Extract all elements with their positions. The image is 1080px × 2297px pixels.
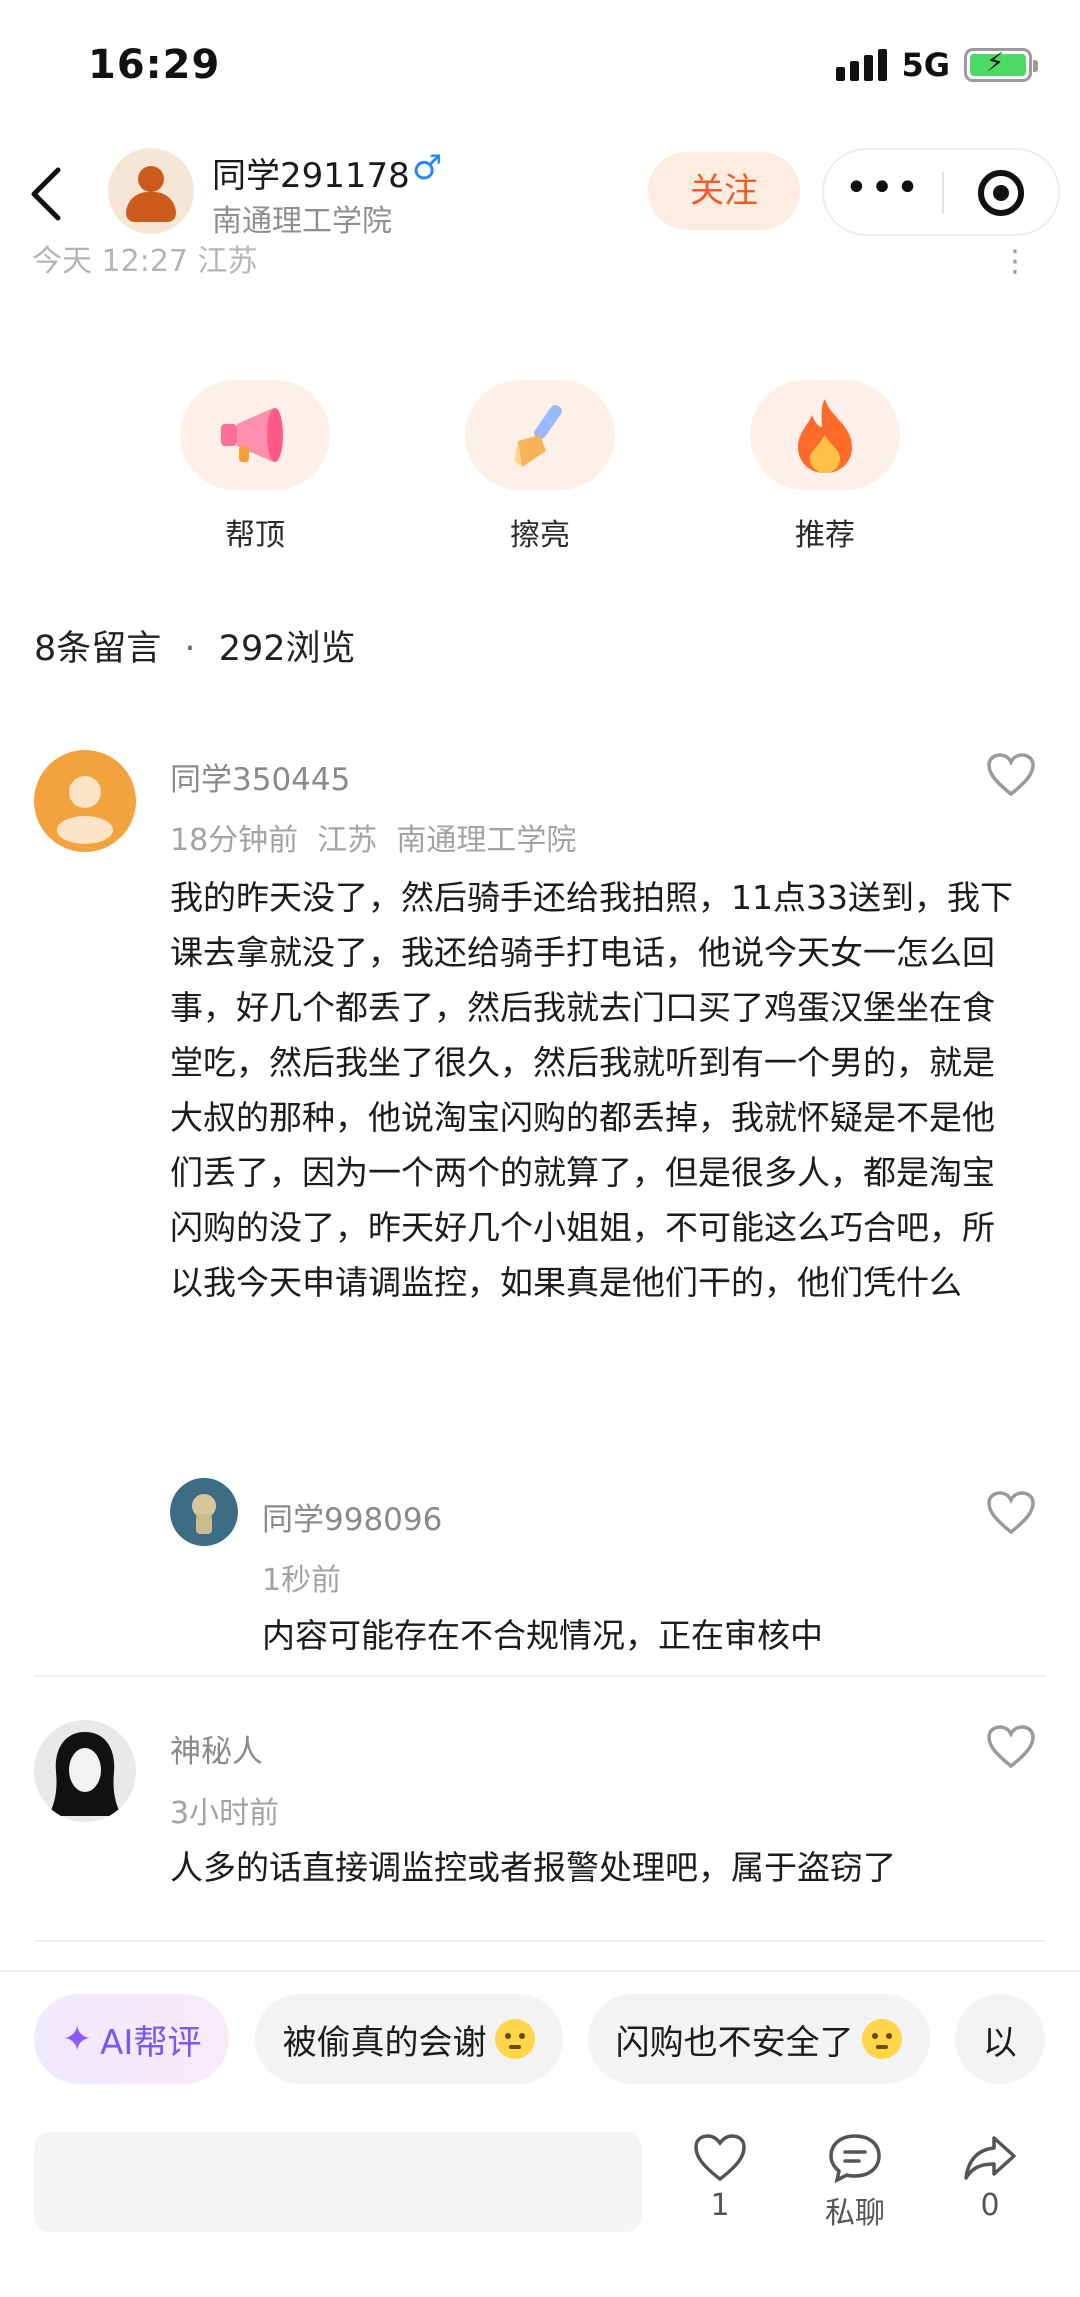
post-meta: 今天 12:27 江苏 (32, 244, 732, 274)
reply-name[interactable]: 同学998096 (262, 1494, 442, 1539)
quick-reply-chips: ✦ AI帮评 被偷真的会谢 闪购也不安全了 以 (34, 1994, 1080, 2086)
ai-comment-chip[interactable]: ✦ AI帮评 (34, 1994, 230, 2084)
comment-text: 我的昨天没了，然后骑手还给我拍照，11点33送到，我下课去拿就没了，我还给骑手打… (170, 878, 1013, 1302)
like-post-button[interactable]: 1 (665, 2132, 775, 2223)
quick-reply-chip[interactable]: 闪购也不安全了 (587, 1994, 930, 2084)
chip-label: 被偷真的会谢 (282, 2022, 487, 2063)
like-icon[interactable] (986, 1724, 1036, 1770)
back-icon[interactable] (22, 164, 72, 224)
share-count: 0 (980, 2188, 1000, 2223)
quick-reply-chip[interactable]: 以 (954, 1994, 1045, 2084)
comment-count: 8条留言 (34, 629, 162, 669)
post-stats: 8条留言 · 292浏览 (34, 620, 356, 671)
comment-meta: 18分钟前 江苏 南通理工学院 (170, 823, 577, 858)
bottom-bar: ✦ AI帮评 被偷真的会谢 闪购也不安全了 以 1 私聊 0 (0, 1970, 1080, 2297)
follow-button[interactable]: 关注 (648, 152, 800, 230)
megaphone-icon (180, 380, 330, 490)
boost-button[interactable]: 帮顶 (175, 380, 335, 554)
ai-comment-label: AI帮评 (100, 2022, 202, 2063)
comment-meta: 3小时前 (170, 1796, 280, 1831)
view-count: 292浏览 (218, 629, 356, 669)
like-count: 1 (710, 2188, 730, 2223)
post-time: 今天 12:27 (32, 244, 188, 274)
chip-label: 闪购也不安全了 (615, 2022, 854, 2063)
emoji-icon (861, 2019, 902, 2059)
nav-header: 同学291178 ♂ 南通理工学院 关注 ••• (0, 140, 1080, 250)
comment-divider (34, 1675, 1046, 1677)
status-time: 16:29 (88, 42, 221, 88)
author-school: 南通理工学院 (212, 204, 392, 239)
reply-like-icon[interactable] (986, 1490, 1036, 1536)
post-actions: 帮顶 擦亮 推荐 (0, 380, 1080, 560)
author-avatar[interactable] (108, 148, 194, 234)
stats-dot: · (184, 629, 196, 669)
signal-icon (836, 49, 888, 81)
recommend-label: 推荐 (795, 518, 855, 553)
emoji-icon (494, 2019, 535, 2059)
status-icons: 5G (836, 46, 1038, 84)
battery-icon (964, 48, 1038, 82)
brush-icon (465, 380, 615, 490)
close-target-icon[interactable] (978, 170, 1024, 216)
polish-button[interactable]: 擦亮 (460, 380, 620, 554)
comment-text: 人多的话直接调监控或者报警处理吧，属于盗窃了 (170, 1848, 896, 1887)
miniapp-capsule: ••• (822, 148, 1060, 236)
capsule-divider (942, 172, 944, 214)
share-icon (964, 2136, 1016, 2180)
post-more-icon[interactable]: ⋮ (1000, 244, 1030, 274)
commenter-avatar[interactable] (34, 1720, 136, 1822)
fire-icon (750, 380, 900, 490)
author-name[interactable]: 同学291178 (212, 148, 410, 197)
post-location: 江苏 (197, 244, 258, 274)
recommend-button[interactable]: 推荐 (745, 380, 905, 554)
comment-divider (34, 1940, 1046, 1942)
reply-text: 内容可能存在不合规情况，正在审核中 (262, 1616, 823, 1655)
private-chat-label: 私聊 (825, 2196, 885, 2231)
polish-label: 擦亮 (510, 518, 570, 553)
network-type: 5G (901, 46, 950, 84)
like-icon[interactable] (986, 752, 1036, 798)
commenter-name[interactable]: 神秘人 (170, 1726, 263, 1771)
sparkle-icon: ✦ (62, 2018, 93, 2060)
quick-reply-chip[interactable]: 被偷真的会谢 (254, 1994, 563, 2084)
male-icon: ♂ (412, 148, 443, 188)
boost-label: 帮顶 (225, 518, 285, 553)
reply-meta: 1秒前 (262, 1563, 342, 1598)
comment-input[interactable] (34, 2132, 642, 2232)
commenter-name[interactable]: 同学350445 (170, 754, 350, 799)
private-chat-button[interactable]: 私聊 (800, 2132, 910, 2232)
reply-avatar[interactable] (170, 1478, 238, 1546)
commenter-avatar[interactable] (34, 750, 136, 852)
more-icon[interactable]: ••• (824, 150, 942, 234)
chat-icon (829, 2134, 881, 2184)
chip-label: 以 (982, 2022, 1017, 2063)
share-button[interactable]: 0 (935, 2132, 1045, 2223)
status-bar: 16:29 5G (0, 0, 1080, 130)
heart-icon (694, 2134, 746, 2182)
